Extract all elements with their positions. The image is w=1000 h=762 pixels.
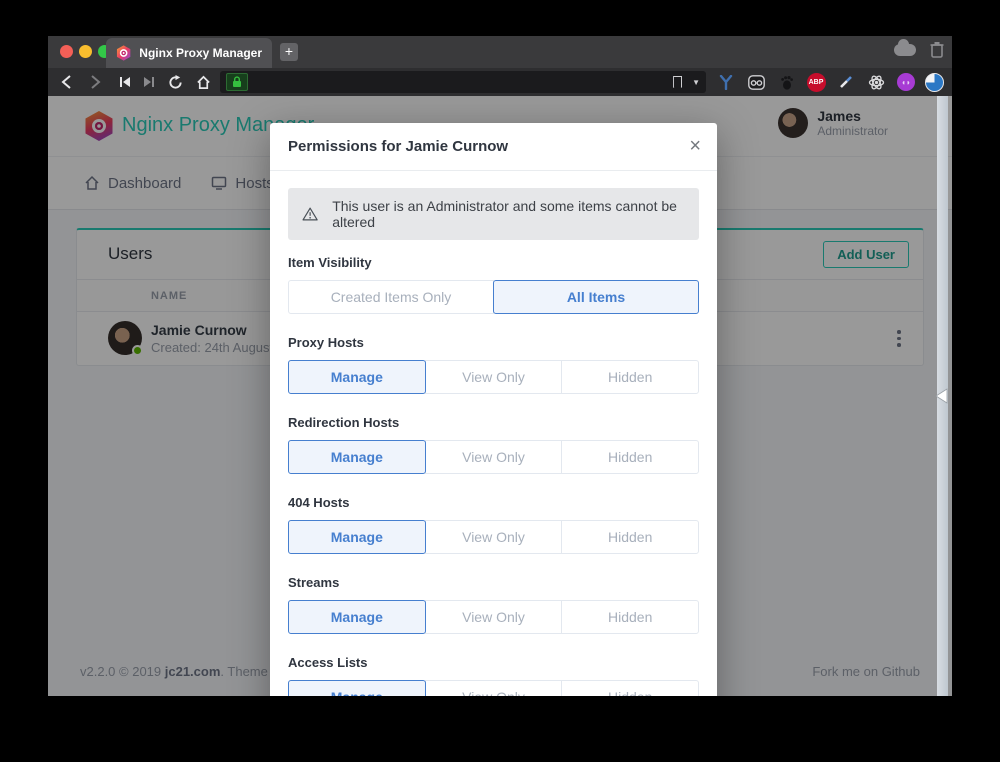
alert-text: This user is an Administrator and some i… xyxy=(332,198,685,230)
404-hosts-view-only[interactable]: View Only xyxy=(425,520,563,554)
access-lists-group: Manage View Only Hidden xyxy=(288,680,699,696)
extension-fork-icon[interactable] xyxy=(716,72,736,92)
extension-adblock-icon[interactable]: ABP xyxy=(806,72,826,92)
minimize-window-button[interactable] xyxy=(79,45,92,58)
web-viewport: Nginx Proxy Manager James Administrator … xyxy=(48,96,952,696)
proxy-hosts-group: Manage View Only Hidden xyxy=(288,360,699,394)
browser-titlebar: Nginx Proxy Manager + xyxy=(48,36,952,68)
home-icon[interactable] xyxy=(192,71,214,93)
skip-back-icon[interactable] xyxy=(114,71,136,93)
address-bar[interactable]: ▼ xyxy=(220,71,706,93)
redirection-hosts-manage[interactable]: Manage xyxy=(288,440,426,474)
favicon-npm-icon xyxy=(116,45,131,61)
section-label-redirection-hosts: Redirection Hosts xyxy=(288,415,699,430)
new-tab-button[interactable]: + xyxy=(280,43,298,61)
streams-manage[interactable]: Manage xyxy=(288,600,426,634)
admin-alert: This user is an Administrator and some i… xyxy=(288,188,699,240)
trash-icon[interactable] xyxy=(930,41,944,59)
modal-title: Permissions for Jamie Curnow xyxy=(288,138,508,155)
close-window-button[interactable] xyxy=(60,45,73,58)
streams-hidden[interactable]: Hidden xyxy=(561,600,699,634)
section-label-access-lists: Access Lists xyxy=(288,655,699,670)
forward-icon[interactable] xyxy=(84,71,106,93)
section-label-proxy-hosts: Proxy Hosts xyxy=(288,335,699,350)
access-lists-hidden[interactable]: Hidden xyxy=(561,680,699,696)
adblock-badge: ABP xyxy=(807,73,826,92)
permissions-modal: Permissions for Jamie Curnow × This user… xyxy=(270,123,717,696)
redirection-hosts-hidden[interactable]: Hidden xyxy=(561,440,699,474)
404-hosts-manage[interactable]: Manage xyxy=(288,520,426,554)
browser-tab[interactable]: Nginx Proxy Manager xyxy=(106,38,272,68)
option-all-items[interactable]: All Items xyxy=(493,280,699,314)
back-icon[interactable] xyxy=(56,71,78,93)
proxy-hosts-view-only[interactable]: View Only xyxy=(425,360,563,394)
bookmarks-dropdown-icon[interactable]: ▼ xyxy=(692,78,700,87)
404-hosts-group: Manage View Only Hidden xyxy=(288,520,699,554)
404-hosts-hidden[interactable]: Hidden xyxy=(561,520,699,554)
extension-gnome-foot-icon[interactable] xyxy=(776,72,796,92)
bookmark-icon[interactable] xyxy=(673,76,682,88)
section-label-item-visibility: Item Visibility xyxy=(288,255,699,270)
reload-icon[interactable] xyxy=(164,71,186,93)
browser-toolbar: ▼ ABP ◖◗ xyxy=(48,68,952,96)
mouse-cursor xyxy=(936,388,948,404)
access-lists-view-only[interactable]: View Only xyxy=(425,680,563,696)
extension-purple-icon[interactable]: ◖◗ xyxy=(896,72,916,92)
extension-pen-icon[interactable] xyxy=(836,72,856,92)
tab-title: Nginx Proxy Manager xyxy=(139,46,262,60)
section-label-streams: Streams xyxy=(288,575,699,590)
ssl-lock-icon[interactable] xyxy=(226,73,248,91)
extension-timer-icon[interactable] xyxy=(924,72,944,92)
proxy-hosts-hidden[interactable]: Hidden xyxy=(561,360,699,394)
redirection-hosts-group: Manage View Only Hidden xyxy=(288,440,699,474)
redirection-hosts-view-only[interactable]: View Only xyxy=(425,440,563,474)
extension-goggles-icon[interactable] xyxy=(746,72,766,92)
close-icon[interactable]: × xyxy=(689,134,701,158)
cloud-icon[interactable] xyxy=(894,44,916,56)
extension-atom-icon[interactable] xyxy=(866,72,886,92)
browser-window: Nginx Proxy Manager + xyxy=(48,36,952,696)
streams-view-only[interactable]: View Only xyxy=(425,600,563,634)
skip-forward-icon[interactable] xyxy=(138,71,160,93)
warning-icon xyxy=(302,206,318,222)
streams-group: Manage View Only Hidden xyxy=(288,600,699,634)
access-lists-manage[interactable]: Manage xyxy=(288,680,426,696)
option-created-items-only[interactable]: Created Items Only xyxy=(288,280,494,314)
proxy-hosts-manage[interactable]: Manage xyxy=(288,360,426,394)
section-label-404-hosts: 404 Hosts xyxy=(288,495,699,510)
item-visibility-group: Created Items Only All Items xyxy=(288,280,699,314)
